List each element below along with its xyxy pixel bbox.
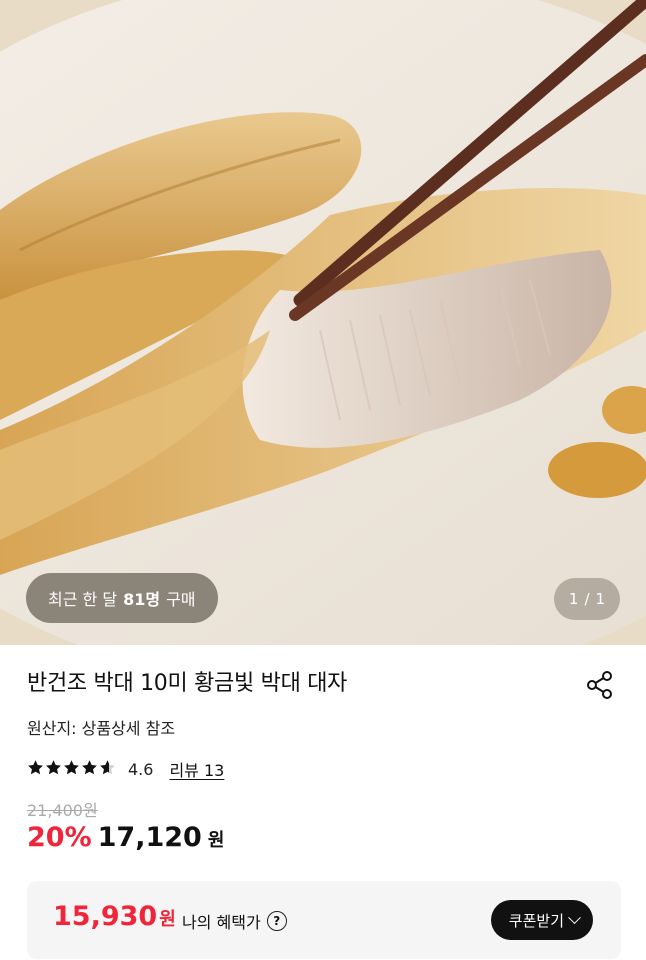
benefit-label: 나의 혜택가 ? [182, 909, 287, 933]
image-index: 1 [568, 590, 579, 608]
benefit-price: 15,930 원 [53, 901, 176, 932]
share-icon[interactable] [584, 669, 616, 701]
coupon-button-label: 쿠폰받기 [508, 911, 564, 930]
rating-value: 4.6 [128, 759, 154, 779]
help-icon[interactable]: ? [266, 911, 287, 931]
recent-purchase-prefix: 최근 한 달 [48, 590, 118, 609]
product-image-gallery[interactable]: 최근 한 달 81명 구매 1 / 1 [0, 0, 646, 645]
image-counter: 1 / 1 [554, 578, 620, 620]
rating-row: 4.6 리뷰 13 [27, 757, 224, 781]
rating-stars [27, 759, 116, 780]
discount-rate: 20% [27, 822, 92, 853]
recent-purchase-count: 81명 [123, 590, 161, 609]
recent-purchase-badge: 최근 한 달 81명 구매 [26, 573, 218, 623]
chevron-down-icon [568, 910, 581, 924]
review-link[interactable]: 리뷰 13 [169, 757, 224, 781]
image-separator: / [584, 590, 590, 608]
benefit-price-unit: 원 [159, 909, 176, 930]
product-photo [0, 0, 646, 645]
product-info: 반건조 박대 10미 황금빛 박대 대자 원산지: 상품상세 참조 4.6 리뷰… [0, 645, 646, 960]
star-icon [99, 759, 116, 780]
product-title: 반건조 박대 10미 황금빛 박대 대자 [27, 671, 348, 696]
image-total: 1 [595, 590, 606, 608]
star-icon [27, 759, 44, 780]
benefit-box: 15,930 원 나의 혜택가 ? 쿠폰받기 [27, 881, 621, 959]
sale-price-unit: 원 [207, 830, 225, 851]
sale-price: 17,120 [97, 822, 202, 853]
star-icon [63, 759, 80, 780]
coupon-button[interactable]: 쿠폰받기 [490, 900, 593, 940]
star-icon [81, 759, 98, 780]
original-price: 21,400원 [27, 801, 98, 820]
recent-purchase-suffix: 구매 [166, 590, 196, 609]
benefit-label-text: 나의 혜택가 [182, 913, 261, 932]
product-origin: 원산지: 상품상세 참조 [27, 719, 176, 738]
benefit-price-value: 15,930 [53, 901, 158, 932]
price-row: 20% 17,120 원 [27, 822, 224, 853]
star-icon [45, 759, 62, 780]
